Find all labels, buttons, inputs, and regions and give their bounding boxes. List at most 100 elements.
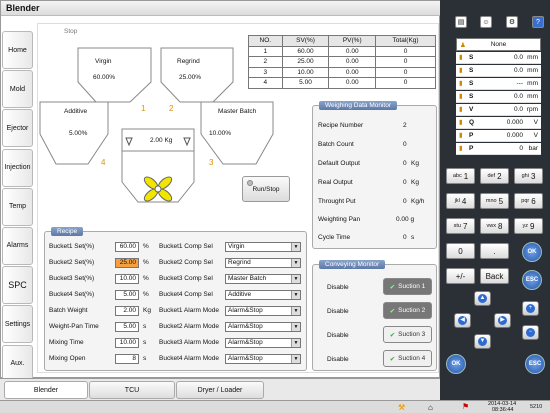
nav-home[interactable]: Home <box>2 31 33 69</box>
key-1[interactable]: abc 1 <box>446 168 475 184</box>
nav-mold[interactable]: Mold <box>2 70 33 109</box>
hopper-regrind-number: 2 <box>169 104 174 113</box>
recipe-select-label: Bucket2 Comp Sel <box>159 259 213 266</box>
recipe-set-unit: % <box>143 243 149 250</box>
status-key: S <box>469 54 474 61</box>
recipe-select-dropdown[interactable]: Alarm&Stop ▼ <box>225 354 301 364</box>
recipe-select-dropdown[interactable]: Additive ▼ <box>225 290 301 300</box>
status-unit: bar <box>528 145 538 152</box>
chevron-down-icon: ▼ <box>291 291 300 299</box>
nav-settings[interactable]: Settings <box>2 305 33 344</box>
recipe-set-input[interactable]: 60.00 <box>115 242 139 252</box>
tab-dryer-loader[interactable]: Dryer / Loader <box>176 381 264 399</box>
recipe-select-dropdown[interactable]: Alarm&Stop ▼ <box>225 322 301 332</box>
weighing-monitor-panel: Weighing Data Monitor Recipe Number 2 Ba… <box>312 101 437 249</box>
chevron-down-icon: ▼ <box>291 355 300 363</box>
recipe-select-label: Bucket1 Comp Sel <box>159 243 213 250</box>
side-status-row: ▮ S 0.0 mm <box>456 91 541 103</box>
key-back[interactable]: Back <box>480 268 509 284</box>
esc-nav-button[interactable]: ESC <box>525 354 545 374</box>
cell: 2 <box>248 56 283 68</box>
ok-button[interactable]: OK <box>522 242 542 262</box>
key-0[interactable]: 0 <box>446 243 475 259</box>
table-row: 2 25.00 0.00 0 <box>248 56 436 68</box>
suction-2-label: Suction 2 <box>398 307 426 314</box>
arrow-right-button[interactable]: ▶ <box>494 313 511 328</box>
suction2-status: Disable <box>327 308 349 315</box>
status-value: 0.000 <box>506 132 523 139</box>
suction-1-label: Suction 1 <box>398 283 426 290</box>
suction-4-button[interactable]: ✔ Suction 4 <box>383 350 432 367</box>
recipe-set-input[interactable]: 5.00 <box>115 322 139 332</box>
arrow-left-button[interactable]: ◀ <box>454 313 471 328</box>
cell: 0.00 <box>328 77 377 89</box>
status-value: --- <box>516 80 524 87</box>
suction-3-button[interactable]: ✔ Suction 3 <box>383 326 432 343</box>
col-pv: PV(%) <box>328 35 377 47</box>
key-8[interactable]: vwx 8 <box>480 218 509 234</box>
nav-ejector[interactable]: Ejector <box>2 109 33 148</box>
suction-2-button[interactable]: ✔ Suction 2 <box>383 302 432 319</box>
recipe-set-unit: s <box>143 339 147 346</box>
run-stop-button[interactable]: Run/Stop <box>242 176 290 202</box>
cell: 5.00 <box>281 77 330 89</box>
recipe-number-value: 2 <box>403 122 407 129</box>
recipe-set-label: Weight-Pan Time <box>49 323 99 330</box>
dropdown-value: Alarm&Stop <box>228 323 263 330</box>
recipe-select-dropdown[interactable]: Virgin ▼ <box>225 242 301 252</box>
nav-temp[interactable]: Temp <box>2 187 33 226</box>
recipe-set-input[interactable]: 8 <box>115 354 139 364</box>
recipe-select-dropdown[interactable]: Alarm&Stop ▼ <box>225 306 301 316</box>
suction-3-label: Suction 3 <box>398 331 426 338</box>
key-2[interactable]: def 2 <box>480 168 509 184</box>
status-header: ♟ None <box>456 38 541 51</box>
nav-injection[interactable]: Injection <box>2 148 33 187</box>
tab-tcu[interactable]: TCU <box>89 381 175 399</box>
key-7[interactable]: stu 7 <box>446 218 475 234</box>
help-icon[interactable]: ? <box>532 16 544 28</box>
key-plus-minus[interactable]: +/- <box>446 268 475 284</box>
status-unit: V <box>533 132 538 139</box>
status-time: 08:36:44 <box>492 407 514 413</box>
throughput-value: 0 <box>403 198 407 205</box>
recipe-set-input[interactable]: 10.00 <box>115 274 139 284</box>
recipe-select-dropdown[interactable]: Master Batch ▼ <box>225 274 301 284</box>
tab-blender[interactable]: Blender <box>4 381 88 399</box>
recipe-set-input[interactable]: 10.00 <box>115 338 139 348</box>
weighting-pan-value: 0.00 g <box>396 216 415 223</box>
bottom-tabs: Blender TCU Dryer / Loader <box>0 378 440 400</box>
key-5[interactable]: mno 5 <box>480 193 509 209</box>
recipe-select-dropdown[interactable]: Regrind ▼ <box>225 258 301 268</box>
recipe-select-label: Bucket3 Alarm Mode <box>159 339 219 346</box>
settings-icon[interactable]: ⚙ <box>506 16 518 28</box>
recipe-set-input[interactable]: 25.00 <box>115 258 139 268</box>
recipe-select-dropdown[interactable]: Alarm&Stop ▼ <box>225 338 301 348</box>
esc-button[interactable]: ESC <box>522 270 542 290</box>
key-9[interactable]: yz 9 <box>514 218 543 234</box>
arrow-down-button[interactable]: ▼ <box>474 334 491 349</box>
recipe-select-label: Bucket4 Alarm Mode <box>159 355 219 362</box>
recipe-set-input[interactable]: 2.00 <box>115 306 139 316</box>
cell: 0 <box>375 45 436 57</box>
status-value: 0 <box>519 145 523 152</box>
side-status-row: ▮ V 0.0 rpm <box>456 104 541 116</box>
window-title: Blender <box>1 1 441 16</box>
key-3[interactable]: ghi 3 <box>514 168 543 184</box>
nav-alarms[interactable]: Alarms <box>2 226 33 265</box>
decrement-button[interactable]: − <box>522 325 539 340</box>
user-icon[interactable]: ☺ <box>480 16 492 28</box>
key-dot[interactable]: . <box>480 243 509 259</box>
arrow-up-button[interactable]: ▲ <box>474 291 491 306</box>
table-row: 3 10.00 0.00 0 <box>248 66 436 78</box>
key-6[interactable]: pqr 6 <box>514 193 543 209</box>
status-unit: mm <box>527 67 538 74</box>
nav-aux[interactable]: Aux. <box>2 344 33 383</box>
increment-button[interactable]: + <box>522 301 539 316</box>
recipe-set-input[interactable]: 5.00 <box>115 290 139 300</box>
ok-nav-button[interactable]: OK <box>446 354 466 374</box>
status-value: 0.0 <box>513 67 523 74</box>
nav-spc[interactable]: SPC <box>2 266 33 305</box>
suction-1-button[interactable]: ✔ Suction 1 <box>383 278 432 295</box>
screenshot-icon[interactable]: ▤ <box>455 16 467 28</box>
key-4[interactable]: jkl 4 <box>446 193 475 209</box>
